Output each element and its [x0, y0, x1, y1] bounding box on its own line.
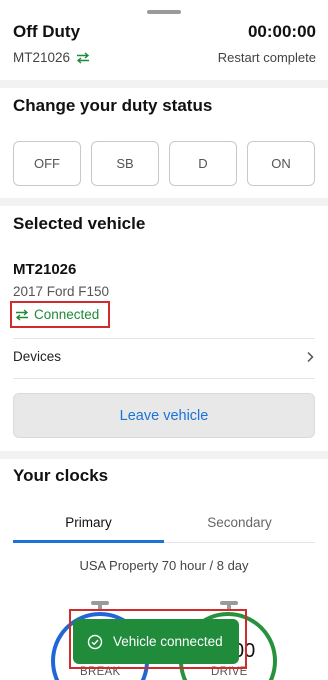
duty-off-button[interactable]: OFF [13, 141, 81, 186]
connection-arrows-icon [76, 51, 90, 64]
duty-d-button[interactable]: D [169, 141, 237, 186]
section-divider [0, 451, 328, 459]
header-vehicle: MT21026 [13, 50, 90, 65]
duty-status-title: Off Duty [13, 22, 81, 41]
connection-arrows-icon [15, 308, 29, 321]
toast-message: Vehicle connected [113, 634, 223, 649]
connection-status: Connected [10, 301, 110, 328]
chevron-right-icon [307, 351, 314, 362]
status-subheader: MT21026 Restart complete [13, 50, 316, 65]
vehicle-model: 2017 Ford F150 [13, 284, 110, 299]
restart-status: Restart complete [217, 50, 316, 65]
devices-row[interactable]: Devices [13, 349, 314, 364]
check-circle-icon [87, 634, 103, 649]
tab-secondary[interactable]: Secondary [164, 503, 315, 542]
vehicle-name: MT21026 [13, 261, 77, 278]
sheet-grabber-handle[interactable] [147, 10, 181, 14]
header-vehicle-id: MT21026 [13, 50, 71, 65]
vehicle-section-title: Selected vehicle [13, 214, 146, 233]
section-divider [0, 198, 328, 206]
duty-status-buttons: OFF SB D ON [13, 141, 315, 186]
section-divider [0, 80, 328, 88]
devices-label: Devices [13, 349, 62, 364]
hos-rule-label: USA Property 70 hour / 8 day [79, 558, 249, 573]
vehicle-connected-toast[interactable]: Vehicle connected [73, 619, 239, 664]
clock-tabs: Primary Secondary [13, 503, 315, 543]
duty-timer: 00:00:00 [247, 22, 316, 41]
duty-section-title: Change your duty status [13, 96, 213, 115]
duty-on-button[interactable]: ON [247, 141, 315, 186]
clocks-section-title: Your clocks [13, 466, 109, 485]
connection-status-label: Connected [34, 307, 100, 322]
status-header: Off Duty 00:00:00 [13, 22, 316, 42]
tab-primary[interactable]: Primary [13, 503, 164, 543]
duty-sb-button[interactable]: SB [91, 141, 159, 186]
leave-vehicle-button[interactable]: Leave vehicle [13, 393, 315, 438]
list-divider [13, 338, 315, 339]
list-divider [13, 378, 315, 379]
